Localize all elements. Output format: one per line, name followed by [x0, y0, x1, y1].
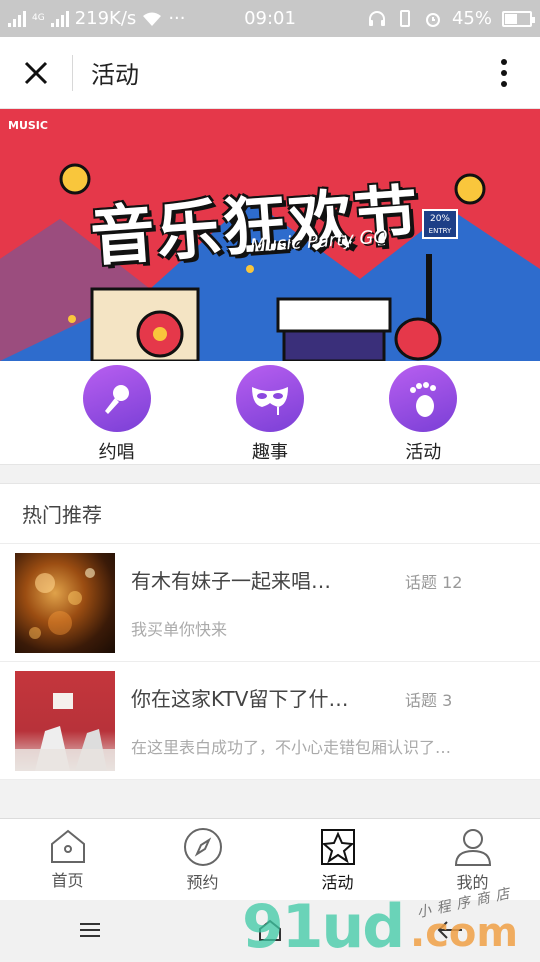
ktv-image [15, 692, 115, 771]
item-thumbnail [15, 670, 115, 771]
list-item[interactable]: 有木有妹子一起来唱… 话题 12 我买单你快来 [0, 544, 540, 662]
home-icon [50, 829, 85, 863]
tab-home[interactable]: 首页 [0, 819, 135, 900]
item-title: 你在这家KTV留下了什… [131, 687, 349, 711]
tab-label: 活动 [321, 873, 354, 892]
entry-badge: 20% ENTRY [422, 209, 458, 239]
category-events[interactable]: 活动 [368, 365, 478, 464]
navigation-bar: 活动 [0, 37, 540, 109]
tab-label: 预约 [186, 873, 219, 892]
entry-badge-bottom: ENTRY [428, 227, 452, 235]
category-icon-circle [82, 365, 151, 432]
category-label: 约唱 [98, 442, 135, 463]
clock: 09:01 [244, 8, 296, 29]
category-sing[interactable]: 约唱 [62, 365, 172, 464]
hot-section: 热门推荐 有木有妹子一起来唱… 话题 12 我买单你快来 你在这家KTV留下了什… [0, 483, 540, 780]
person-icon [454, 829, 491, 866]
item-thumbnail [15, 552, 115, 653]
category-icon-circle [389, 365, 458, 432]
turntable-icon [90, 287, 200, 361]
item-description: 在这里表白成功了，不小心走错包厢认识了… [131, 738, 452, 757]
network-type-label: 4G [32, 13, 45, 23]
entry-badge-top: 20% [429, 214, 450, 224]
more-status-icon: ··· [168, 8, 186, 29]
alarm-icon [425, 12, 440, 27]
battery-percent: 45% [451, 8, 492, 29]
tab-events[interactable]: 活动 [270, 819, 405, 900]
vibrate-icon [399, 9, 410, 27]
item-description: 我买单你快来 [131, 620, 228, 639]
close-icon [24, 61, 48, 84]
tab-mine[interactable]: 我的 [405, 819, 540, 900]
network-speed: 219K/s [74, 8, 137, 29]
star-icon [320, 829, 355, 865]
headphones-icon [368, 10, 385, 26]
category-icon-circle [235, 365, 304, 432]
topic-count: 话题 3 [405, 691, 453, 710]
tab-label: 首页 [51, 871, 84, 890]
banner[interactable]: MUSIC 音乐狂欢节 Music Party GO 20% ENTRY [0, 109, 540, 361]
wifi-icon [143, 12, 162, 26]
close-button[interactable] [0, 37, 72, 109]
topic-count: 话题 12 [405, 573, 463, 592]
keyboard-icon [276, 297, 392, 361]
category-shortcuts: 约唱 趣事 活动 [0, 361, 540, 465]
category-fun[interactable]: 趣事 [215, 365, 325, 464]
banner-tag: MUSIC [8, 119, 48, 132]
bokeh-image [29, 567, 95, 639]
item-title: 有木有妹子一起来唱… [131, 569, 331, 593]
list-item[interactable]: 你在这家KTV留下了什… 话题 3 在这里表白成功了，不小心走错包厢认识了… [0, 662, 540, 780]
microphone-icon [104, 384, 129, 414]
menu-button[interactable] [60, 900, 120, 960]
menu-icon [80, 923, 100, 937]
more-vertical-icon [501, 58, 507, 87]
tab-booking[interactable]: 预约 [135, 819, 270, 900]
watermark-logo: 91ud [242, 892, 405, 962]
footprint-icon [410, 381, 437, 417]
page-title: 活动 [91, 61, 139, 89]
category-label: 活动 [405, 442, 442, 463]
more-button[interactable] [468, 37, 540, 109]
signal-icon [8, 10, 26, 27]
compass-icon [183, 828, 222, 866]
section-title: 热门推荐 [0, 484, 540, 544]
tab-bar: 首页 预约 活动 我的 [0, 818, 540, 900]
category-label: 趣事 [251, 442, 288, 463]
signal-icon-2 [50, 10, 69, 27]
status-bar: 4G 219K/s ··· 09:01 45% [0, 0, 540, 37]
mask-icon [251, 386, 288, 415]
battery-icon [502, 10, 535, 27]
